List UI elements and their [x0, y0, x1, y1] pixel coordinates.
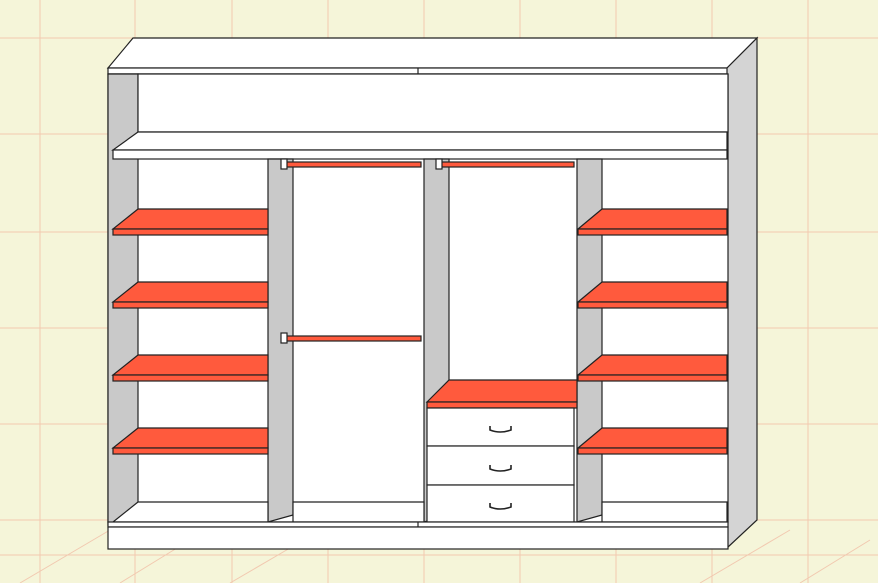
upper-compartment: [137, 73, 729, 133]
top-shelf: [111, 131, 728, 151]
drawer-unit-top-edge: [426, 401, 578, 409]
drawer-unit-top: [425, 379, 578, 403]
shelf: [111, 208, 269, 230]
right-side-panel: [726, 36, 758, 550]
shelf: [576, 427, 728, 449]
top-shelf-edge: [112, 149, 728, 160]
bottom-shelf: [111, 501, 269, 523]
shelf: [576, 281, 728, 303]
wardrobe: [106, 36, 759, 550]
shelf: [111, 427, 269, 449]
shelf: [111, 354, 269, 376]
wardrobe-illustration: [0, 0, 878, 583]
drawer: [426, 407, 575, 447]
drawers: [426, 407, 575, 523]
shelf: [111, 281, 269, 303]
drawer: [426, 484, 575, 523]
shelf: [576, 354, 728, 376]
base-plinth: [107, 526, 729, 550]
shelf: [576, 208, 728, 230]
top-panel: [106, 37, 759, 69]
drawer: [426, 445, 575, 486]
